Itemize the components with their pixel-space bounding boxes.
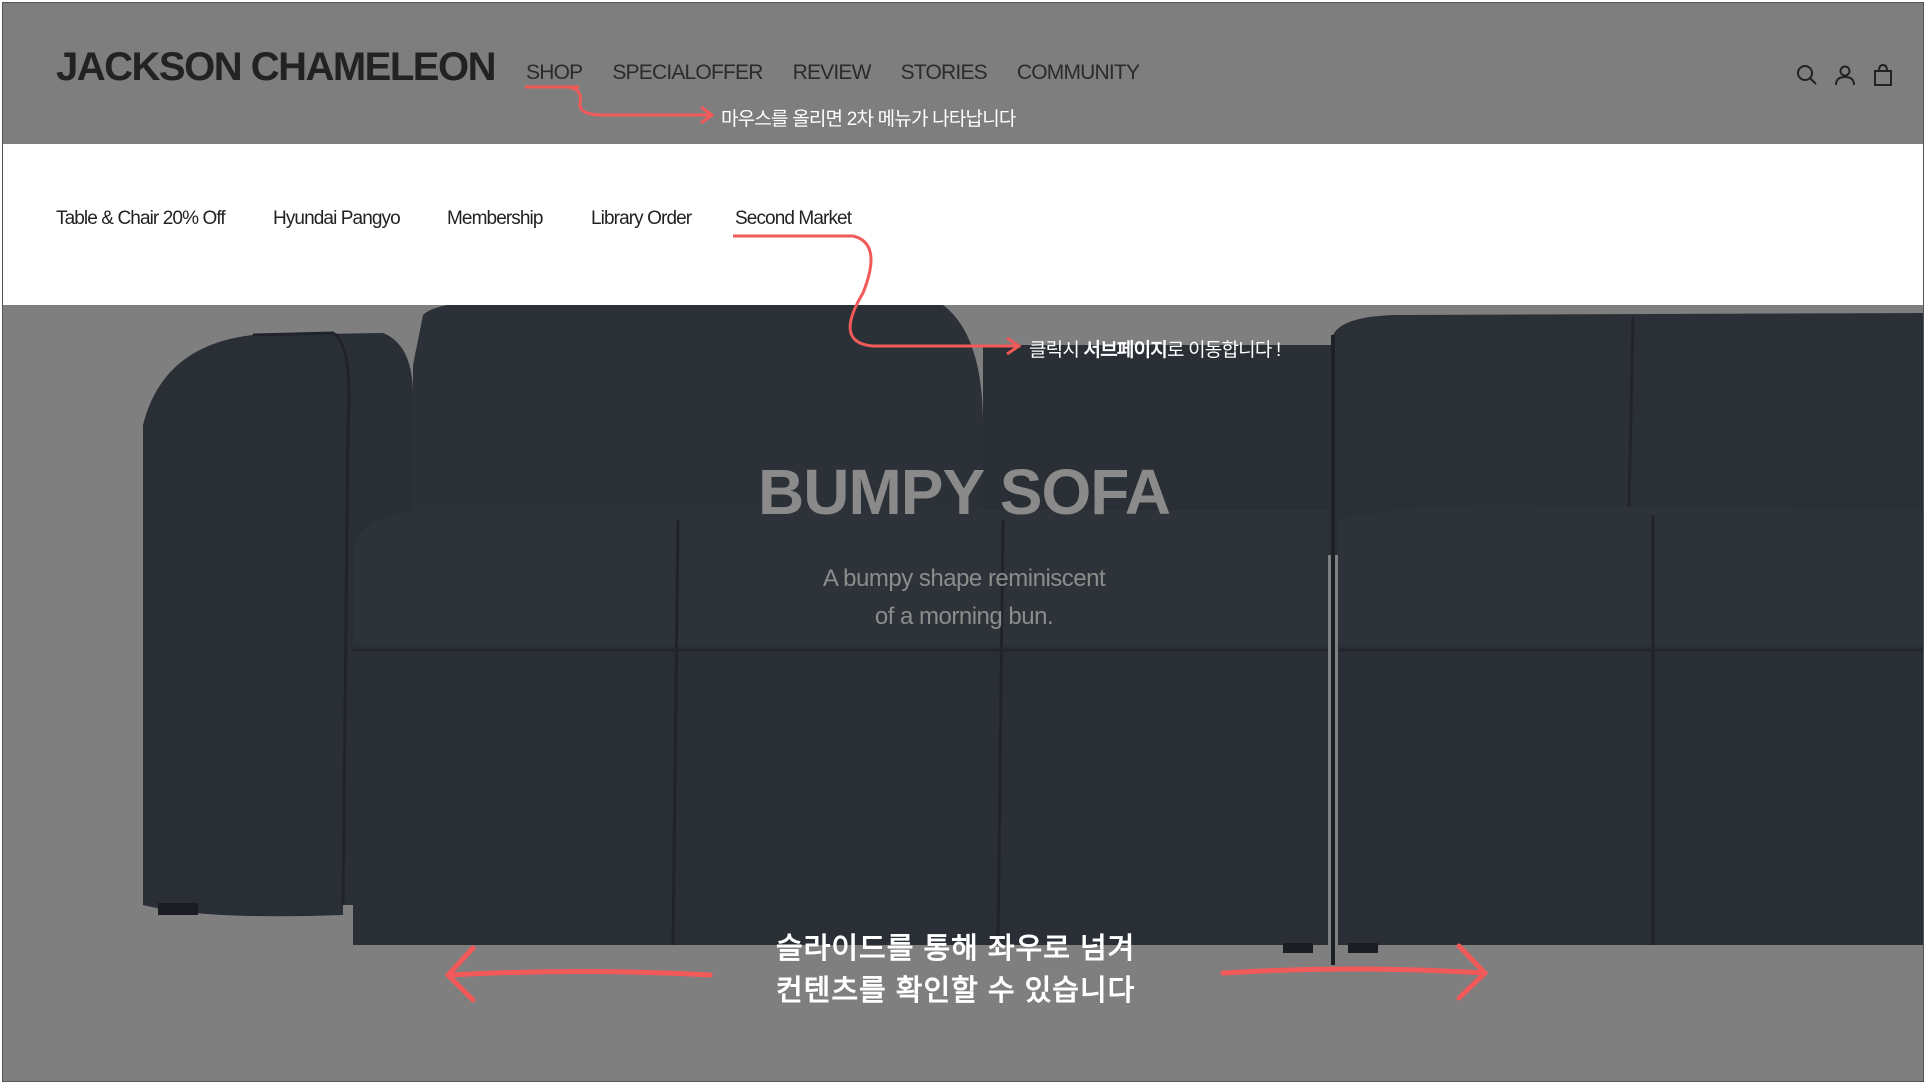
submenu-item-second-market[interactable]: Second Market — [735, 208, 852, 230]
hero-title: BUMPY SOFA — [758, 456, 1171, 528]
click-annotation-suffix: 로 이동합니다 ! — [1166, 340, 1281, 361]
user-icon[interactable] — [1833, 63, 1857, 87]
header-icons — [1795, 63, 1895, 87]
submenu-item-hyundai-pangyo[interactable]: Hyundai Pangyo — [273, 208, 401, 230]
nav-item-stories[interactable]: STORIES — [901, 61, 988, 85]
submenu-item-membership[interactable]: Membership — [447, 208, 543, 230]
click-annotation-prefix: 클릭시 — [1029, 340, 1084, 361]
click-annotation: 클릭시 서브페이지로 이동합니다 ! — [1029, 335, 1281, 362]
slide-annotation: 슬라이드를 통해 좌우로 넘겨 컨텐츠를 확인할 수 있습니다 — [776, 928, 1135, 1012]
bag-icon[interactable] — [1871, 63, 1895, 87]
hover-annotation: 마우스를 올리면 2차 메뉴가 나타납니다 — [721, 109, 1016, 130]
hero-subtitle: A bumpy shape reminiscent of a morning b… — [3, 560, 1923, 636]
submenu-item-table-chair[interactable]: Table & Chair 20% Off — [56, 208, 226, 230]
page-frame: BUMPY SOFA A bumpy shape reminiscent of … — [2, 2, 1924, 1082]
click-annotation-bold: 서브페이지 — [1083, 340, 1168, 361]
slide-annotation-line2: 컨텐츠를 확인할 수 있습니다 — [776, 975, 1136, 1007]
submenu-item-library-order[interactable]: Library Order — [591, 208, 692, 230]
search-icon[interactable] — [1795, 63, 1819, 87]
main-nav: SHOP SPECIALOFFER REVIEW STORIES COMMUNI… — [526, 61, 1169, 85]
slide-annotation-line1: 슬라이드를 통해 좌우로 넘겨 — [776, 933, 1136, 965]
hero-subtitle-line1: A bumpy shape reminiscent — [822, 565, 1106, 592]
sub-menu: Table & Chair 20% Off Hyundai Pangyo Mem… — [3, 144, 1923, 305]
nav-item-specialoffer[interactable]: SPECIALOFFER — [612, 61, 763, 85]
nav-item-review[interactable]: REVIEW — [793, 61, 872, 85]
nav-item-shop[interactable]: SHOP — [526, 61, 583, 85]
nav-item-community[interactable]: COMMUNITY — [1017, 61, 1140, 85]
hero-subtitle-line2: of a morning bun. — [874, 603, 1054, 630]
brand-logo[interactable]: JACKSON CHAMELEON — [56, 45, 496, 90]
